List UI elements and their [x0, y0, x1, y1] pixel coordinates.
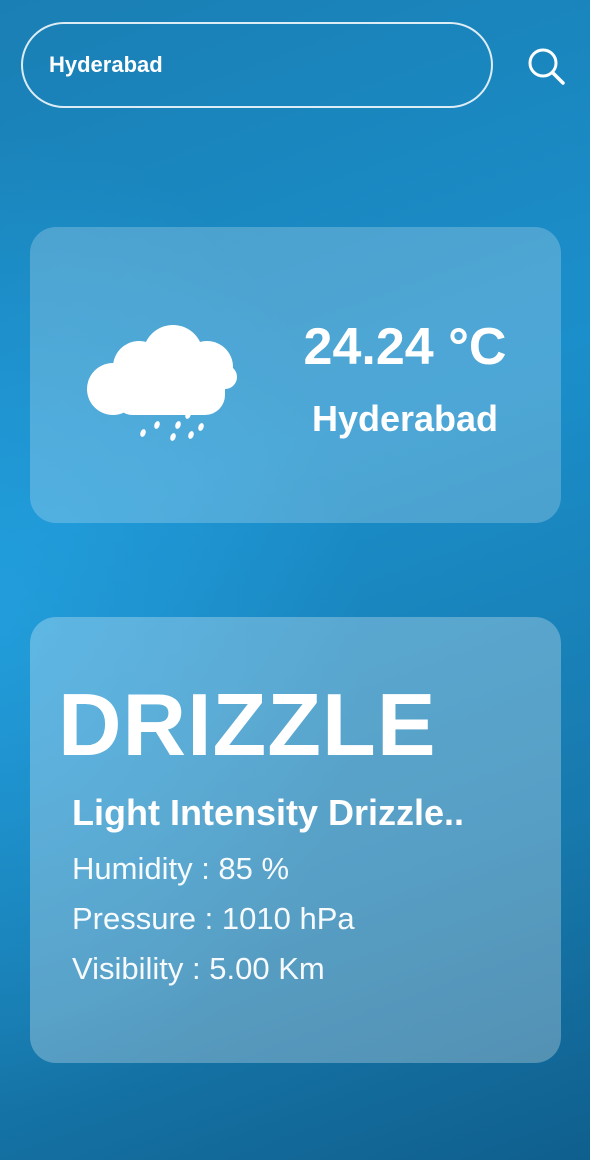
humidity-text: Humidity : 85 %	[72, 851, 290, 886]
temperature: 24.24 °C	[303, 318, 507, 376]
search-bar[interactable]	[21, 22, 493, 108]
search-input[interactable]	[47, 51, 471, 79]
cloud-drizzle-icon	[87, 325, 237, 441]
weather-details-card: DRIZZLE Light Intensity Drizzle.. Humidi…	[30, 617, 561, 1063]
current-weather-card: 24.24 °C Hyderabad	[30, 227, 561, 523]
weather-condition: DRIZZLE	[58, 675, 437, 774]
weather-description: Light Intensity Drizzle..	[72, 792, 465, 833]
city-name: Hyderabad	[311, 398, 499, 439]
search-icon	[528, 48, 565, 85]
search-button[interactable]	[524, 44, 568, 88]
pressure-text: Pressure : 1010 hPa	[72, 901, 355, 936]
visibility-text: Visibility : 5.00 Km	[72, 951, 325, 986]
